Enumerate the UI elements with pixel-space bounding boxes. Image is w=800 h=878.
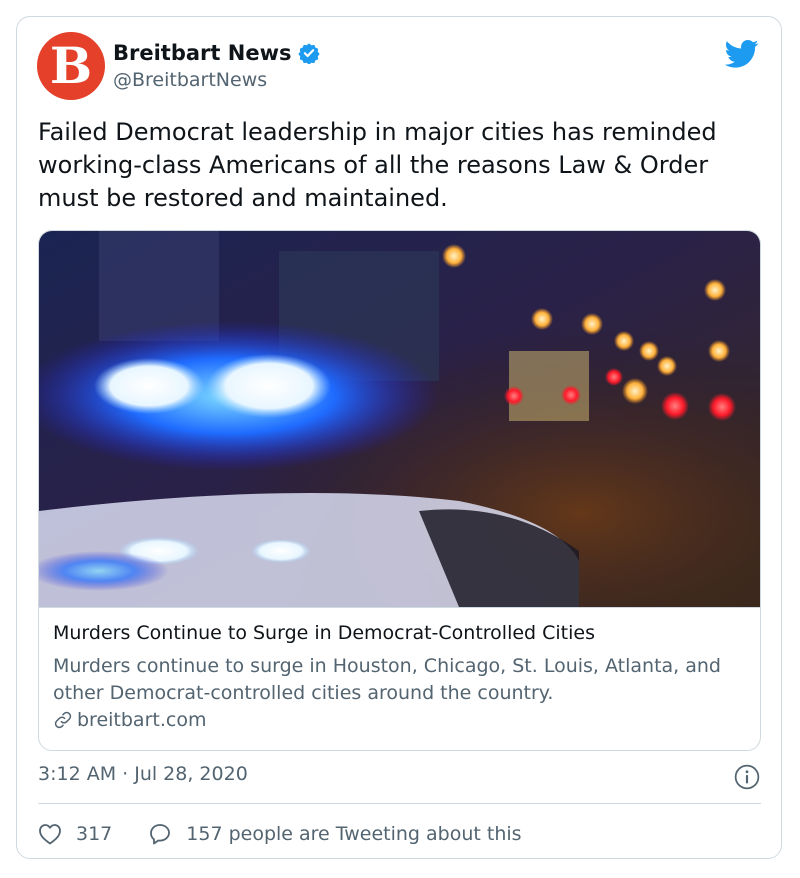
like-count: 317	[76, 823, 113, 845]
heart-icon	[39, 824, 61, 845]
link-card-domain[interactable]: breitbart.com	[53, 709, 206, 731]
avatar[interactable]: B	[37, 32, 105, 100]
link-card-domain-text: breitbart.com	[77, 709, 207, 731]
reply-text: 157 people are Tweeting about this	[186, 823, 522, 845]
link-card-description: Murders continue to surge in Houston, Ch…	[53, 655, 721, 704]
link-icon	[54, 711, 72, 729]
tweet-text: Failed Democrat leadership in major citi…	[38, 118, 717, 212]
twitter-bird-icon[interactable]	[725, 39, 759, 69]
avatar-letter: B	[49, 36, 93, 95]
police-lights-photo	[39, 231, 760, 607]
verified-badge-icon	[298, 43, 320, 64]
link-card-text: Murders Continue to Surge in Democrat-Co…	[39, 607, 760, 750]
tweet-card: B Breitbart News @BreitbartNews Failed D…	[16, 16, 782, 859]
author-handle[interactable]: @BreitbartNews	[113, 69, 267, 91]
info-icon[interactable]	[734, 764, 760, 790]
link-card-title[interactable]: Murders Continue to Surge in Democrat-Co…	[53, 622, 595, 644]
speech-bubble-icon	[150, 824, 171, 845]
divider	[38, 803, 761, 804]
like-button[interactable]: 317	[38, 823, 112, 845]
tweet-timestamp[interactable]: 3:12 AM · Jul 28, 2020	[38, 763, 248, 785]
tweet-actions: 317 157 people are Tweeting about this	[38, 819, 522, 849]
link-preview-card[interactable]: Murders Continue to Surge in Democrat-Co…	[38, 230, 761, 751]
author-name[interactable]: Breitbart News	[113, 41, 291, 65]
reply-button[interactable]: 157 people are Tweeting about this	[148, 822, 522, 846]
